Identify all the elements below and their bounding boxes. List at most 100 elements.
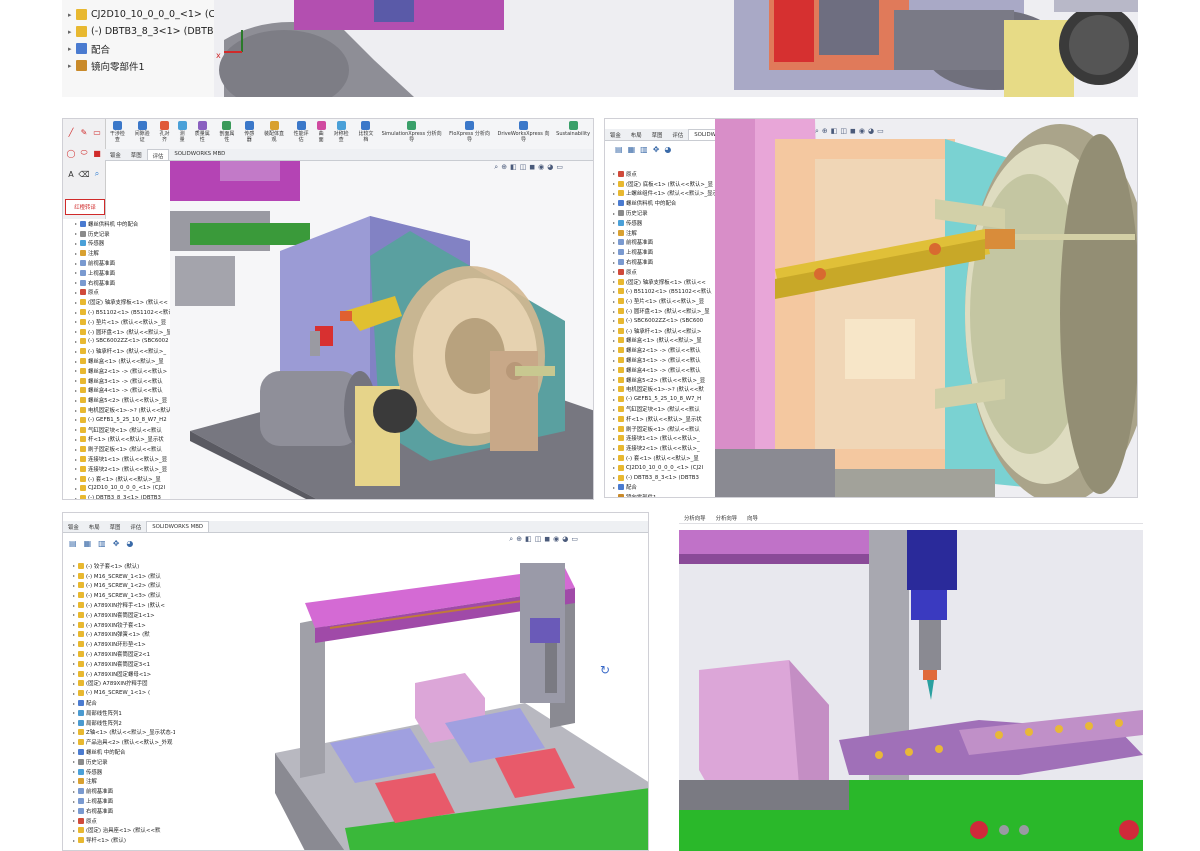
expand-arrow-icon[interactable]: ▸: [73, 808, 77, 813]
expand-arrow-icon[interactable]: ▸: [613, 318, 617, 323]
tree-toolbar-panel4[interactable]: ▤ ▦ ▥ ✥ ◕: [63, 539, 181, 553]
expand-arrow-icon[interactable]: ▸: [613, 250, 617, 255]
hide-show-icon[interactable]: ◉: [859, 127, 865, 136]
command-tab[interactable]: SOLIDWORKS MBD: [146, 521, 210, 532]
tree-item[interactable]: ▸ CJ2D10_10_0_0_0_<1> (CJ2I: [75, 484, 181, 494]
expand-arrow-icon[interactable]: ▸: [73, 710, 77, 715]
expand-arrow-icon[interactable]: ▸: [73, 828, 77, 833]
tree-item[interactable]: ▸ (-) A789XIN环形垫<1>: [73, 639, 183, 649]
tree-item[interactable]: ▸ (-) SBC6002ZZ<1> (SBC600: [613, 316, 721, 326]
command-tab[interactable]: 草图: [105, 521, 126, 532]
expand-arrow-icon[interactable]: ▸: [75, 280, 79, 285]
expand-arrow-icon[interactable]: ▸: [75, 476, 79, 481]
tree-item[interactable]: ▸ 镜向零部件1: [613, 492, 721, 497]
monitor-icon[interactable]: ▭: [877, 127, 884, 136]
tree-item[interactable]: ▸ (固定) 轴承支撑板<1> (默认<<: [613, 277, 721, 287]
tree-item[interactable]: ▸ 上视基准面: [613, 247, 721, 257]
zoom-fit-icon[interactable]: ⌕: [815, 127, 819, 136]
tree-item[interactable]: ▸ 气缸固定块<1> (默认<<默认: [613, 404, 721, 414]
expand-arrow-icon[interactable]: ▸: [73, 632, 77, 637]
cad-model-panel1[interactable]: x: [214, 0, 1138, 97]
tree-item[interactable]: ▸ 刷子固定板<1> (默认<<默认: [613, 424, 721, 434]
tree-item[interactable]: ▸ 螺丝盒<1> (默认<<默认>_显: [613, 336, 721, 346]
erase-tool-icon[interactable]: ⌫: [78, 169, 89, 179]
ribbon-command-button[interactable]: 对称检查: [329, 119, 354, 149]
tree-item[interactable]: ▸ 螺丝盒3<1> -> (默认<<默认: [75, 376, 181, 386]
tree-item[interactable]: ▸ (-) 圆环盘<1> (默认<<默认>_显: [75, 327, 181, 337]
tree-item[interactable]: ▸ (-) M16_SCREW_1<1> (默认: [73, 571, 183, 581]
tree-item[interactable]: ▸ (-) 铰子套<1> (默认): [73, 561, 183, 571]
expand-arrow-icon[interactable]: ▸: [75, 329, 79, 334]
feature-tree-panel3[interactable]: ▸ 原点 ▸ (固定) 底板<1> (默认<<默认>_显 ▸ 上螺丝组件<1> (默认<<…: [605, 169, 722, 497]
expand-arrow-icon[interactable]: ▸: [613, 181, 617, 186]
hide-show-icon[interactable]: ◉: [553, 535, 559, 544]
appearance-icon[interactable]: ◕: [562, 535, 568, 544]
tree-item[interactable]: ▸ (-) A789XIN铰子套<1>: [73, 620, 183, 630]
expand-arrow-icon[interactable]: ▸: [613, 220, 617, 225]
expand-arrow-icon[interactable]: ▸: [68, 45, 75, 53]
expand-arrow-icon[interactable]: ▸: [613, 407, 617, 412]
expand-arrow-icon[interactable]: ▸: [613, 269, 617, 274]
cad-model-panel5[interactable]: [679, 530, 1143, 851]
expand-arrow-icon[interactable]: ▸: [75, 486, 79, 491]
feature-tree-panel1[interactable]: ▸ CJ2D10_10_0_0_0_<1> (CJ2I ▸ (-) DBTB3_8_3…: [62, 0, 219, 97]
expand-arrow-icon[interactable]: ▸: [75, 359, 79, 364]
expand-arrow-icon[interactable]: ▸: [613, 289, 617, 294]
expand-arrow-icon[interactable]: ▸: [68, 28, 75, 36]
expand-arrow-icon[interactable]: ▸: [73, 730, 77, 735]
expand-arrow-icon[interactable]: ▸: [73, 603, 77, 608]
expand-arrow-icon[interactable]: ▸: [73, 691, 77, 696]
tree-item[interactable]: ▸ 上视基准面: [73, 796, 183, 806]
section-view-icon[interactable]: ◧: [831, 127, 838, 136]
config-manager-icon[interactable]: ▥: [640, 145, 648, 159]
expand-arrow-icon[interactable]: ▸: [73, 671, 77, 676]
command-tab[interactable]: 布局: [84, 521, 105, 532]
expand-arrow-icon[interactable]: ▸: [613, 201, 617, 206]
expand-arrow-icon[interactable]: ▸: [73, 612, 77, 617]
expand-arrow-icon[interactable]: ▸: [75, 466, 79, 471]
tree-item[interactable]: ▸ (-) GEFB1_5_25_10_8_W7_H: [613, 394, 721, 404]
property-manager-icon[interactable]: ▦: [628, 145, 636, 159]
expand-arrow-icon[interactable]: ▸: [75, 398, 79, 403]
tree-item[interactable]: ▸ (-) A789XIN拧释手<1> (默认<: [73, 600, 183, 610]
expand-arrow-icon[interactable]: ▸: [75, 427, 79, 432]
display-style-icon[interactable]: ◼: [850, 127, 856, 136]
expand-arrow-icon[interactable]: ▸: [75, 300, 79, 305]
section-view-icon[interactable]: ◧: [525, 535, 532, 544]
expand-arrow-icon[interactable]: ▸: [75, 290, 79, 295]
tree-item[interactable]: ▸ 电机固定板<1>->? (默认<<默: [613, 385, 721, 395]
expand-arrow-icon[interactable]: ▸: [73, 593, 77, 598]
tree-item[interactable]: ▸ (-) 垫片<1> (默认<<默认>_显: [613, 296, 721, 306]
command-tab[interactable]: 评估: [125, 521, 146, 532]
expand-arrow-icon[interactable]: ▸: [613, 446, 617, 451]
ribbon-command-button[interactable]: Sustainability: [553, 119, 593, 149]
ribbon-command-button[interactable]: 装配体直观: [259, 119, 288, 149]
command-tab[interactable]: 钣金: [63, 521, 84, 532]
tree-item[interactable]: ▸ 传感器: [73, 767, 183, 777]
graphics-area-panel1[interactable]: x: [214, 0, 1138, 97]
expand-arrow-icon[interactable]: ▸: [75, 388, 79, 393]
tree-item[interactable]: ▸ 螺丝供料机 中的配合: [75, 219, 181, 229]
tree-item[interactable]: ▸ 螺丝供料机 中的配合: [613, 198, 721, 208]
expand-arrow-icon[interactable]: ▸: [75, 378, 79, 383]
expand-arrow-icon[interactable]: ▸: [613, 475, 617, 480]
zoom-tool-icon[interactable]: ⌕: [92, 169, 102, 179]
expand-arrow-icon[interactable]: ▸: [73, 750, 77, 755]
tree-item[interactable]: ▸ 螺丝盒4<1> -> (默认<<默认: [613, 365, 721, 375]
expand-arrow-icon[interactable]: ▸: [613, 299, 617, 304]
tree-item[interactable]: ▸ 连接块2<1> (默认<<默认>_: [613, 443, 721, 453]
expand-arrow-icon[interactable]: ▸: [73, 642, 77, 647]
monitor-icon[interactable]: ▭: [571, 535, 578, 544]
tree-item[interactable]: ▸ 螺丝盒2<1> -> (默认<<默认: [613, 345, 721, 355]
tree-item[interactable]: ▸ 配合: [68, 40, 218, 57]
tree-item[interactable]: ▸ 产品治具<2> (默认<<默认>_外观: [73, 737, 183, 747]
feature-manager-icon[interactable]: ▤: [69, 539, 77, 553]
tree-item[interactable]: ▸ 螺丝盒5<2> (默认<<默认>_显: [75, 395, 181, 405]
command-tab[interactable]: 分析向导: [679, 512, 711, 523]
expand-arrow-icon[interactable]: ▸: [613, 426, 617, 431]
command-tab[interactable]: 分析向导: [711, 512, 743, 523]
dim-expert-icon[interactable]: ✥: [653, 145, 660, 159]
cad-model-panel2[interactable]: [170, 161, 593, 499]
expand-arrow-icon[interactable]: ▸: [73, 652, 77, 657]
tree-item[interactable]: ▸ (-) B51102<1> (B51102<<默认: [613, 287, 721, 297]
